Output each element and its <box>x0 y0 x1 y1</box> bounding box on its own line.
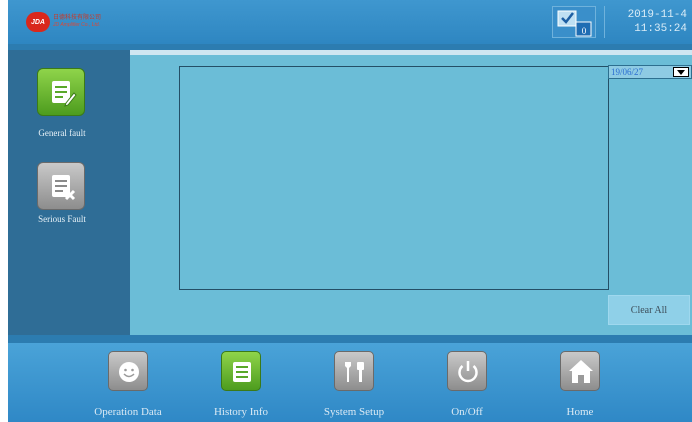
smiley-icon <box>119 362 139 382</box>
list-icon <box>233 362 251 382</box>
date-filter-value: 19/06/27 <box>611 67 644 77</box>
nav-label-history-info: History Info <box>213 406 269 418</box>
serious-fault-label: Serious Fault <box>38 214 86 224</box>
bottom-navigation: Operation Data History Info System Setup… <box>8 343 692 422</box>
nav-system-setup[interactable]: System Setup <box>309 343 399 422</box>
company-name-en: JD Amplifier Co., Ltd. <box>53 22 101 28</box>
message-count: 0 <box>581 26 587 36</box>
power-icon <box>458 361 478 383</box>
nav-label-on-off: On/Off <box>451 406 483 418</box>
time-text: 11:35:24 <box>634 23 687 35</box>
company-name-cn: 日德科技有限公司 <box>53 15 102 21</box>
company-logo: JDA 日德科技有限公司 JD Amplifier Co., Ltd. <box>26 12 101 32</box>
message-indicator[interactable]: 0 <box>552 6 596 38</box>
nav-label-home: Home <box>566 406 594 418</box>
nav-operation-data[interactable]: Operation Data <box>83 343 173 422</box>
nav-label-operation-data: Operation Data <box>94 406 162 418</box>
clear-all-button[interactable]: Clear All <box>608 295 690 325</box>
serious-fault-button[interactable] <box>37 162 85 210</box>
nav-history-info[interactable]: History Info <box>196 343 286 422</box>
nav-label-system-setup: System Setup <box>323 406 385 418</box>
header-bar: JDA 日德科技有限公司 JD Amplifier Co., Ltd. 0 20… <box>8 0 692 44</box>
edit-document-icon <box>52 81 77 107</box>
tools-icon <box>345 362 364 382</box>
general-fault-button[interactable] <box>37 68 85 116</box>
home-icon <box>569 360 593 383</box>
date-filter-dropdown[interactable]: 19/06/27 <box>608 65 692 79</box>
nav-on-off[interactable]: On/Off <box>422 343 512 422</box>
clock-display: 2019-11-4 11:35:24 <box>604 6 690 38</box>
delete-document-icon <box>52 175 76 201</box>
nav-home[interactable]: Home <box>535 343 625 422</box>
fault-list-area[interactable] <box>179 66 609 290</box>
logo-badge: JDA <box>26 12 50 32</box>
fault-type-sidebar: General fault Serious Fault <box>8 50 130 342</box>
fault-panel: 19/06/27 Clear All <box>130 55 692 335</box>
general-fault-label: General fault <box>38 128 86 138</box>
chevron-down-icon[interactable] <box>673 67 689 77</box>
hmi-screen: JDA 日德科技有限公司 JD Amplifier Co., Ltd. 0 20… <box>8 0 692 422</box>
date-text: 2019-11-4 <box>627 9 687 21</box>
